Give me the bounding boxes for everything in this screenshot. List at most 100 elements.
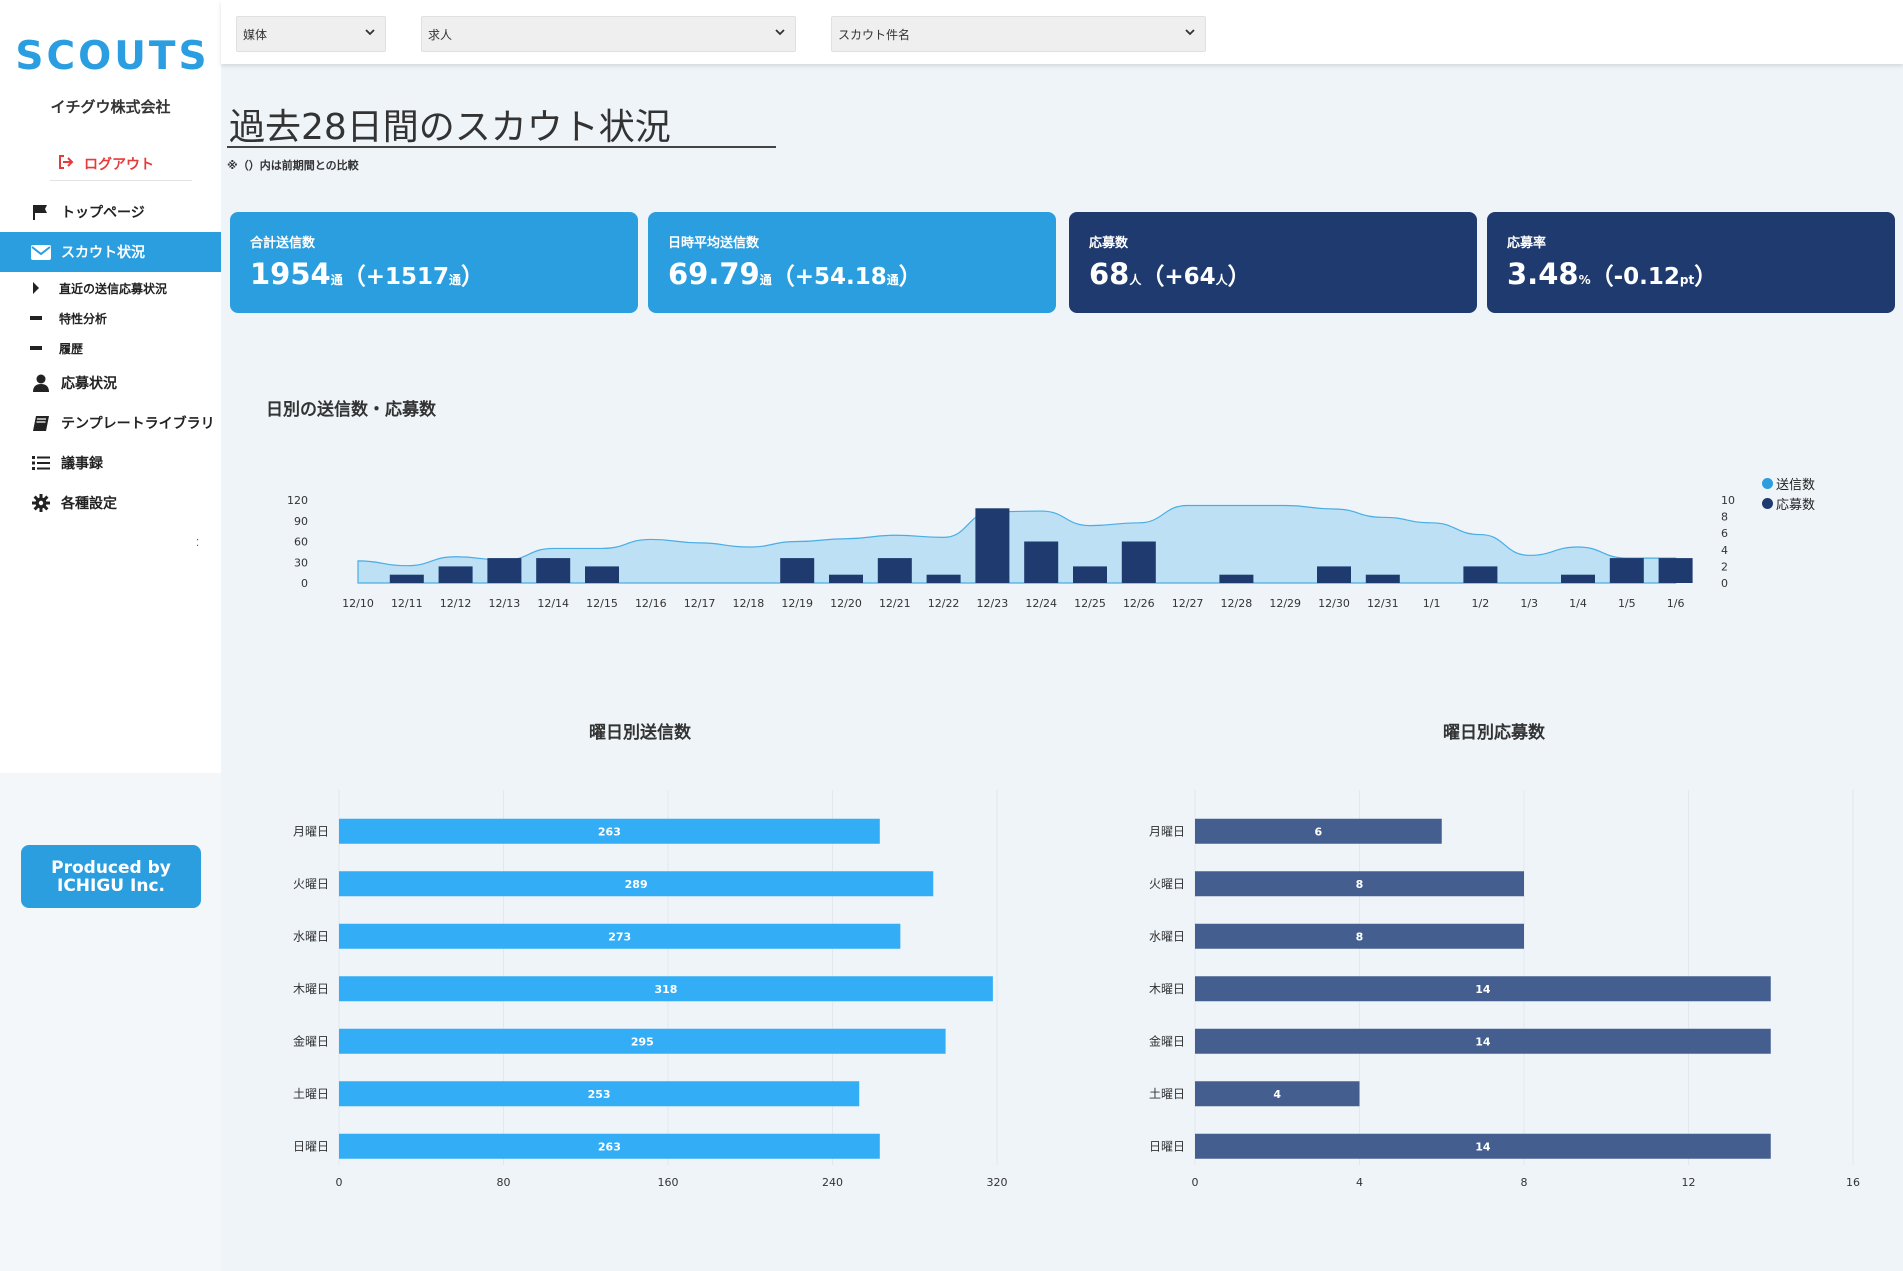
kpi-value: 68人（+64人） <box>1089 257 1457 291</box>
kpi-unit: 通 <box>759 273 772 287</box>
category-label: 日曜日 <box>1149 1139 1185 1153</box>
x-tick-label: 8 <box>1521 1176 1528 1189</box>
app-logo[interactable]: SCOUTS <box>10 34 215 79</box>
scout-name-select[interactable]: スカウト件名 <box>831 16 1206 52</box>
x-tick-label: 12 <box>1682 1176 1696 1189</box>
y-left-tick-label: 60 <box>294 536 308 549</box>
kpi-label: 応募数 <box>1089 236 1129 251</box>
x-tick-label: 12/14 <box>537 597 569 610</box>
kpi-diff: （-0.12 <box>1590 264 1680 290</box>
application-bar <box>1073 566 1107 583</box>
application-bar <box>1609 558 1644 583</box>
legend-label: 送信数 <box>1776 477 1816 493</box>
dash-icon <box>30 346 42 350</box>
sub-nav-characteristics[interactable]: 特性分析 <box>0 305 221 331</box>
sub-nav-history[interactable]: 履歴 <box>0 335 221 361</box>
job-select[interactable]: 求人 <box>421 16 796 52</box>
daily-chart-legend: 送信数 応募数 <box>1762 473 1815 513</box>
divider <box>50 180 192 181</box>
produced-by-badge[interactable]: Produced by ICHIGU Inc. <box>21 845 201 908</box>
application-bar <box>1317 566 1351 583</box>
filter-bar: 媒体 求人 スカウト件名 <box>221 0 1903 64</box>
bar-value-label: 8 <box>1356 930 1364 943</box>
nav-item-settings[interactable]: 各種設定 <box>0 483 221 523</box>
nav-item-top-page[interactable]: トップページ <box>0 192 221 232</box>
application-bar <box>1365 574 1400 583</box>
dash-icon <box>30 316 42 320</box>
category-label: 土曜日 <box>1149 1087 1185 1101</box>
kpi-card-applications: 応募数 68人（+64人） <box>1069 212 1477 313</box>
kpi-diff: （+64 <box>1141 264 1216 290</box>
legend-swatch <box>1762 477 1773 489</box>
kpi-diff: （+54.18 <box>771 264 887 290</box>
category-label: 金曜日 <box>293 1033 329 1048</box>
x-tick-label: 80 <box>497 1176 511 1189</box>
y-left-tick-label: 30 <box>294 556 308 569</box>
legend-item-applications[interactable]: 応募数 <box>1762 493 1815 513</box>
x-tick-label: 160 <box>658 1176 679 1189</box>
bar-value-label: 8 <box>1356 878 1364 891</box>
kpi-diff-unit: pt <box>1679 273 1695 287</box>
page-title: 過去28日間のスカウト状況 <box>229 107 671 148</box>
nav-item-template-library[interactable]: テンプレートライブラリ <box>0 403 221 443</box>
sub-nav-recent-status[interactable]: 直近の送信応募状況 <box>0 275 221 301</box>
company-name: イチグウ株式会社 <box>50 98 171 116</box>
x-tick-label: 240 <box>822 1176 843 1189</box>
application-bar <box>1121 541 1156 583</box>
kpi-number: 3.48 <box>1507 257 1579 291</box>
x-tick-label: 12/15 <box>586 597 618 610</box>
application-bar <box>1024 541 1059 583</box>
application-bar <box>536 558 571 583</box>
kpi-diff-unit: 人 <box>1215 273 1228 287</box>
x-tick-label: 12/25 <box>1074 597 1106 610</box>
kpi-value: 1954通（+1517通） <box>250 257 618 291</box>
list-icon <box>30 454 52 472</box>
bar-value-label: 289 <box>625 878 648 891</box>
x-tick-label: 12/26 <box>1123 597 1155 610</box>
envelope-icon <box>30 243 52 261</box>
x-tick-label: 1/5 <box>1618 597 1636 610</box>
kpi-diff-unit: 通 <box>886 273 899 287</box>
y-left-tick-label: 90 <box>294 515 308 528</box>
nav-item-minutes[interactable]: 議事録 <box>0 443 221 483</box>
y-right-tick-label: 10 <box>1721 494 1735 507</box>
chevron-down-icon <box>775 26 785 40</box>
y-right-tick-label: 4 <box>1721 544 1728 557</box>
x-tick-label: 16 <box>1846 1176 1860 1189</box>
kpi-label: 合計送信数 <box>250 236 316 251</box>
logout-label: ログアウト <box>84 157 154 173</box>
x-tick-label: 12/16 <box>635 597 667 610</box>
nav-item-scout-status[interactable]: スカウト状況 <box>0 232 221 272</box>
y-right-tick-label: 6 <box>1721 527 1728 540</box>
y-left-tick-label: 0 <box>301 577 308 590</box>
kpi-label: 日時平均送信数 <box>668 236 760 251</box>
category-label: 火曜日 <box>1149 877 1185 891</box>
kpi-number: 68 <box>1089 257 1130 291</box>
category-label: 水曜日 <box>293 929 329 943</box>
x-tick-label: 12/13 <box>489 597 521 610</box>
book-icon <box>30 414 52 432</box>
bar-value-label: 295 <box>631 1035 654 1048</box>
scroll-marker: ⁚ <box>196 538 200 549</box>
application-bar <box>780 558 815 583</box>
chevron-down-icon <box>365 26 375 40</box>
application-bar <box>1219 574 1254 583</box>
application-bar <box>829 574 863 583</box>
kpi-diff-close: ） <box>1227 264 1251 290</box>
y-right-tick-label: 2 <box>1721 560 1728 573</box>
flag-icon <box>30 203 52 221</box>
kpi-diff-close: ） <box>461 264 485 290</box>
category-label: 水曜日 <box>1149 929 1185 943</box>
scout-name-select-value: スカウト件名 <box>838 27 911 42</box>
x-tick-label: 12/29 <box>1269 597 1301 610</box>
legend-item-sent[interactable]: 送信数 <box>1762 473 1815 493</box>
kpi-diff: （+1517 <box>342 264 450 290</box>
x-tick-label: 1/1 <box>1423 597 1441 610</box>
nav-label: トップページ <box>61 205 145 221</box>
legend-swatch <box>1762 497 1773 509</box>
logout-button[interactable]: ログアウト <box>58 154 154 174</box>
comparison-note: ※（）内は前期間との比較 <box>227 159 359 172</box>
media-select[interactable]: 媒体 <box>236 16 386 52</box>
x-tick-label: 1/4 <box>1569 597 1587 610</box>
nav-item-application-status[interactable]: 応募状況 <box>0 363 221 403</box>
